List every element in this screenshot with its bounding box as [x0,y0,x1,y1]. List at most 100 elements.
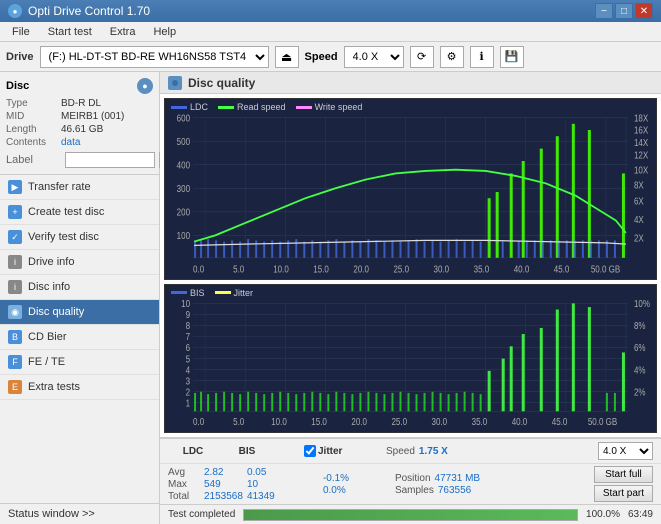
svg-text:2X: 2X [634,233,644,244]
nav-create-test-disc[interactable]: + Create test disc [0,200,159,225]
jitter-checkbox[interactable] [304,445,316,457]
jitter-legend-label: Jitter [234,288,254,298]
svg-text:20.0: 20.0 [351,416,367,427]
nav-cd-bier-label: CD Bier [28,331,67,343]
chart2-legend: BIS Jitter [171,288,253,298]
menu-file[interactable]: File [4,24,38,40]
read-speed-legend-color [218,106,234,109]
nav-extra-tests-label: Extra tests [28,381,80,393]
speed-stat-value: 1.75 X [419,446,448,457]
drive-select[interactable]: (F:) HL-DT-ST BD-RE WH16NS58 TST4 [40,46,269,68]
close-button[interactable]: ✕ [635,3,653,19]
info-button[interactable]: ℹ [470,46,494,68]
speed-select[interactable]: 4.0 X 2.0 X 1.0 X [344,46,404,68]
charts-container: LDC Read speed Write speed [160,94,661,437]
nav-extra-tests[interactable]: E Extra tests [0,375,159,400]
speed-select-stats[interactable]: 4.0 X [598,442,653,460]
save-button[interactable]: 💾 [500,46,524,68]
svg-text:1: 1 [186,397,190,408]
avg-ldc-value: 2.82 [204,467,223,478]
disc-section: Disc ● Type BD-R DL MID MEIRB1 (001) Len… [0,72,159,175]
disc-quality-icon: ◉ [8,305,22,319]
position-value: 47731 MB [435,473,481,484]
app-title: Opti Drive Control 1.70 [28,4,150,18]
chart2-svg: 10 9 8 7 6 5 4 3 2 1 10% 8% 6% 4% 2% [165,285,656,432]
menu-extra[interactable]: Extra [102,24,144,40]
disc-info-icon: i [8,280,22,294]
main-layout: Disc ● Type BD-R DL MID MEIRB1 (001) Len… [0,72,661,524]
speed-stat-label: Speed [386,446,415,457]
status-text: Test completed [168,509,235,520]
svg-text:0.0: 0.0 [193,416,204,427]
jitter-legend-color [215,291,231,294]
nav-cd-bier[interactable]: B CD Bier [0,325,159,350]
samples-value: 763556 [438,485,471,496]
speed-label: Speed [305,51,338,63]
svg-text:9: 9 [186,309,190,320]
svg-text:8%: 8% [634,320,646,331]
nav-verify-test-disc[interactable]: ✓ Verify test disc [0,225,159,250]
nav-disc-info[interactable]: i Disc info [0,275,159,300]
total-ldc-value: 2153568 [204,491,243,502]
nav-transfer-rate-label: Transfer rate [28,181,91,193]
position-label: Position [395,473,431,484]
status-window-button[interactable]: Status window >> [0,503,159,524]
svg-text:20.0: 20.0 [353,264,369,275]
label-input[interactable] [65,152,155,168]
nav-drive-info[interactable]: i Drive info [0,250,159,275]
svg-text:2%: 2% [634,386,646,397]
ldc-legend-label: LDC [190,102,208,112]
total-label: Total [168,491,200,502]
menu-help[interactable]: Help [145,24,184,40]
refresh-button[interactable]: ⟳ [410,46,434,68]
svg-text:45.0: 45.0 [554,264,570,275]
disc-icon: ● [137,78,153,94]
quality-header: Disc quality [160,72,661,94]
total-bis-value: 41349 [247,491,291,502]
nav-disc-info-label: Disc info [28,281,70,293]
svg-text:4%: 4% [634,364,646,375]
drive-label: Drive [6,51,34,63]
svg-text:5.0: 5.0 [233,264,244,275]
chart1-wrapper: LDC Read speed Write speed [164,98,657,280]
svg-text:2: 2 [186,386,190,397]
nav-fe-te[interactable]: F FE / TE [0,350,159,375]
avg-jitter-value: -0.1% [323,473,383,484]
svg-text:600: 600 [177,113,190,124]
minimize-button[interactable]: − [595,3,613,19]
nav-fe-te-label: FE / TE [28,356,65,368]
progress-bar [244,510,577,520]
quality-header-icon [168,76,182,90]
nav-transfer-rate[interactable]: ▶ Transfer rate [0,175,159,200]
maximize-button[interactable]: □ [615,3,633,19]
settings-button[interactable]: ⚙ [440,46,464,68]
svg-text:200: 200 [177,207,190,218]
eject-button[interactable]: ⏏ [275,46,299,68]
write-speed-legend-label: Write speed [315,102,363,112]
svg-text:40.0: 40.0 [512,416,528,427]
menu-bar: File Start test Extra Help [0,22,661,42]
write-speed-legend-color [296,106,312,109]
svg-text:8: 8 [186,320,190,331]
left-panel: Disc ● Type BD-R DL MID MEIRB1 (001) Len… [0,72,160,524]
bis-legend-color [171,291,187,294]
contents-value: data [61,137,80,148]
extra-tests-icon: E [8,380,22,394]
start-part-button[interactable]: Start part [594,485,653,502]
start-full-button[interactable]: Start full [594,466,653,483]
avg-bis-value: 0.05 [247,467,291,478]
transfer-rate-icon: ▶ [8,180,22,194]
svg-text:400: 400 [177,160,190,171]
verify-test-disc-icon: ✓ [8,230,22,244]
nav-disc-quality[interactable]: ◉ Disc quality [0,300,159,325]
nav-items: ▶ Transfer rate + Create test disc ✓ Ver… [0,175,159,503]
svg-text:10%: 10% [634,298,650,309]
max-ldc-value: 549 [204,479,221,490]
elapsed-time: 63:49 [628,509,653,520]
chart1-svg: 600 500 400 300 200 100 18X 16X 14X 12X … [165,99,656,279]
disc-section-title: Disc [6,80,29,92]
nav-disc-quality-label: Disc quality [28,306,84,318]
svg-text:3: 3 [186,375,190,386]
progress-area: Test completed 100.0% 63:49 [160,504,661,524]
menu-start-test[interactable]: Start test [40,24,100,40]
